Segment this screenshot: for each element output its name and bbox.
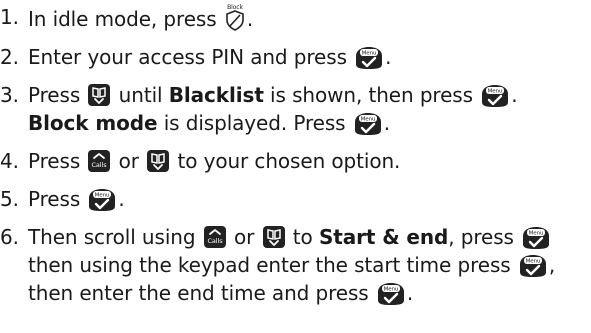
instruction-document: 1. In idle mode, press Block . 2. Enter …	[0, 3, 591, 333]
step-6: 6. Then scroll using Calls or to Start &…	[0, 223, 591, 307]
step-number: 5.	[0, 187, 19, 211]
menu-icon-label: Menu	[362, 51, 377, 57]
step-1: 1. In idle mode, press Block .	[0, 3, 591, 33]
step-text: to your chosen option.	[177, 149, 401, 173]
step-text: until	[118, 83, 163, 107]
step-2: 2. Enter your access PIN and press Menu …	[0, 43, 591, 71]
calls-icon-label: Calls	[207, 237, 223, 245]
phonebook-down-icon	[146, 149, 170, 173]
menu-ok-icon: Menu	[354, 46, 384, 70]
menu-icon-label: Menu	[526, 259, 541, 265]
menu-ok-icon: Menu	[521, 226, 551, 250]
menu-ok-icon: Menu	[87, 188, 117, 212]
step-bold-text: Start & end	[318, 225, 449, 249]
calls-up-icon: Calls	[203, 225, 227, 249]
phonebook-down-icon	[262, 225, 286, 249]
calls-up-icon: Calls	[87, 149, 111, 173]
step-text: or	[234, 225, 255, 249]
step-text: Press	[28, 83, 81, 107]
step-text: then enter the end time and press	[28, 281, 369, 305]
step-text: .	[383, 111, 391, 135]
phonebook-down-icon	[87, 83, 111, 107]
step-number: 2.	[0, 45, 19, 69]
block-shield-icon: Block	[224, 3, 246, 31]
step-text: .	[511, 83, 518, 107]
step-text: is displayed. Press	[163, 111, 346, 135]
step-number: 4.	[0, 149, 19, 173]
menu-icon-label: Menu	[384, 287, 399, 293]
step-text: is shown, then press	[270, 83, 473, 107]
step-number: 6.	[0, 225, 19, 249]
step-text: Enter your access PIN and press	[28, 45, 347, 69]
menu-ok-icon: Menu	[518, 254, 548, 278]
step-4: 4. Press Calls or to your chosen option.	[0, 147, 591, 175]
step-text: then using the keypad enter the start ti…	[28, 253, 511, 277]
step-text: In idle mode, press	[28, 7, 217, 31]
menu-icon-label: Menu	[360, 117, 375, 123]
menu-ok-icon: Menu	[376, 282, 406, 306]
menu-icon-label: Menu	[95, 193, 110, 199]
step-text: .	[118, 187, 125, 211]
step-3: 3. Press until Blacklist is shown, then …	[0, 81, 591, 137]
step-text: Press	[28, 149, 81, 173]
step-text: Then scroll using	[28, 225, 196, 249]
step-number: 1.	[0, 5, 19, 29]
step-text: .	[385, 45, 392, 69]
step-5: 5. Press Menu .	[0, 185, 591, 213]
step-text: Press	[28, 187, 81, 211]
block-icon-label: Block	[227, 4, 243, 11]
menu-icon-label: Menu	[529, 231, 544, 237]
step-bold-text: Blacklist	[168, 83, 264, 107]
step-text: , press	[448, 225, 514, 249]
menu-ok-icon: Menu	[480, 84, 510, 108]
step-text: ,	[548, 253, 556, 277]
calls-icon-label: Calls	[92, 161, 108, 169]
step-bold-text: Block mode	[28, 111, 158, 135]
step-number: 3.	[0, 83, 19, 107]
step-text: .	[246, 7, 254, 31]
menu-ok-icon: Menu	[353, 112, 383, 136]
step-text: .	[406, 281, 414, 305]
menu-icon-label: Menu	[488, 89, 503, 95]
step-text: to	[292, 225, 313, 249]
instruction-steps: 1. In idle mode, press Block . 2. Enter …	[0, 3, 591, 307]
step-text: or	[118, 149, 139, 173]
